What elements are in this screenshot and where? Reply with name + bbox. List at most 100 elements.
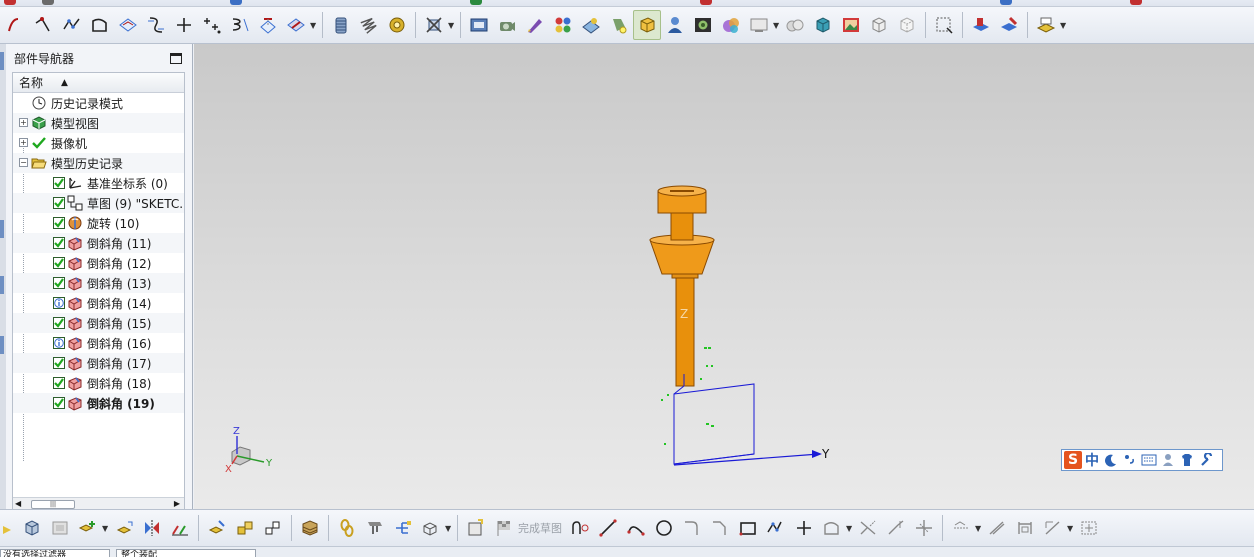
tree-row[interactable]: 倒斜角 (19) [13, 393, 184, 413]
type-filter-combo[interactable]: 没有选择过滤器 [0, 549, 110, 557]
offset-curve-icon[interactable] [114, 10, 142, 40]
gallery-icon[interactable] [837, 10, 865, 40]
column-header-name[interactable]: 名称 ▲ [13, 73, 184, 93]
line-icon[interactable] [594, 513, 622, 543]
assembly-constraints-icon[interactable] [231, 513, 259, 543]
info-checkbox-icon[interactable] [53, 297, 65, 309]
scroll-thumb[interactable]: ||| [31, 500, 75, 509]
hide-bodies-icon[interactable] [781, 10, 809, 40]
wire-cube-icon[interactable] [865, 10, 893, 40]
feature-checkbox[interactable] [53, 177, 65, 189]
point-set-icon[interactable] [198, 10, 226, 40]
tree-row[interactable]: 倒斜角 (13) [13, 273, 184, 293]
shaded-view-icon[interactable] [633, 10, 661, 40]
chamfer-sketch-icon[interactable] [706, 513, 734, 543]
resource-tab[interactable] [0, 220, 4, 238]
orient-view-icon[interactable] [465, 10, 493, 40]
studio-spline-icon[interactable] [58, 10, 86, 40]
tree-row[interactable]: 历史记录模式 [13, 93, 184, 113]
cut-off-icon[interactable] [1130, 0, 1142, 5]
wrench-icon[interactable] [1197, 451, 1214, 469]
ime-logo[interactable]: S [1064, 451, 1082, 469]
tree-row[interactable]: 倒斜角 (12) [13, 253, 184, 273]
resource-tab[interactable] [0, 336, 4, 354]
component-dropdown[interactable]: ▼ [102, 524, 110, 533]
polygon-icon[interactable] [762, 513, 790, 543]
graphics-window[interactable]: Z Y Z Y X [194, 44, 1254, 509]
feature-checkbox[interactable] [53, 217, 65, 229]
feature-checkbox[interactable] [53, 197, 65, 209]
rectangle-icon[interactable] [734, 513, 762, 543]
finish-sketch-flag-icon[interactable] [490, 513, 518, 543]
punctuation-icon[interactable] [1121, 451, 1138, 469]
convert-reference-icon[interactable] [1075, 513, 1103, 543]
cut-off-tool-icon[interactable] [0, 513, 18, 543]
tree-row[interactable]: 倒斜角 (11) [13, 233, 184, 253]
helix-curve-icon[interactable] [226, 10, 254, 40]
moon-icon[interactable] [1102, 451, 1119, 469]
feature-checkbox[interactable] [53, 397, 65, 409]
thread-icon[interactable] [327, 10, 355, 40]
quick-extend-icon[interactable] [882, 513, 910, 543]
view-style-dropdown[interactable]: ▼ [445, 524, 453, 533]
finish-sketch-button[interactable]: 完成草图 [518, 520, 562, 536]
assembly-blue-icon[interactable] [967, 10, 995, 40]
resource-tab[interactable] [0, 276, 4, 294]
selection-scope-combo[interactable]: 整个装配 [116, 549, 256, 557]
quick-trim-icon[interactable] [854, 513, 882, 543]
spline-icon[interactable] [30, 10, 58, 40]
display-preference-icon[interactable] [745, 10, 773, 40]
feature-checkbox[interactable] [53, 317, 65, 329]
cut-off-icon[interactable] [230, 0, 242, 5]
ime-mode-toggle[interactable]: 中 [1084, 450, 1100, 470]
pattern-curve-icon[interactable] [142, 10, 170, 40]
wire-frame-icon[interactable] [417, 513, 445, 543]
image-capture-icon[interactable] [689, 10, 717, 40]
solid-cube-icon[interactable] [809, 10, 837, 40]
tree-row[interactable]: + 摄像机 [13, 133, 184, 153]
reference-set-icon[interactable] [389, 513, 417, 543]
feature-checkbox[interactable] [53, 357, 65, 369]
tree-row[interactable]: 倒斜角 (17) [13, 353, 184, 373]
remove-parameters-icon[interactable] [420, 10, 448, 40]
arc-sketch-icon[interactable] [622, 513, 650, 543]
cut-off-icon[interactable] [700, 0, 712, 5]
camera-icon[interactable] [493, 10, 521, 40]
arc-icon[interactable] [2, 10, 30, 40]
point-sketch-icon[interactable] [790, 513, 818, 543]
gear-icon[interactable] [383, 10, 411, 40]
project-curve-icon[interactable] [254, 10, 282, 40]
profile-icon[interactable] [86, 10, 114, 40]
cut-off-icon[interactable] [470, 0, 482, 5]
navigator-tree[interactable]: 名称 ▲ 历史记录模式 + 模型视图 + 摄像机 − 模型历史记录 基准坐标系 (0) 草图 (… [12, 72, 185, 512]
feature-checkbox[interactable] [53, 277, 65, 289]
constraint-dropdown[interactable]: ▼ [975, 524, 983, 533]
auto-constrain-icon[interactable] [1039, 513, 1067, 543]
circle-icon[interactable] [650, 513, 678, 543]
visible-check-icon[interactable] [31, 135, 47, 151]
scroll-right-icon[interactable]: ▶ [174, 499, 180, 508]
application-dropdown[interactable]: ▼ [1060, 21, 1068, 30]
layer-settings-icon[interactable] [296, 513, 324, 543]
add-component-icon[interactable] [74, 513, 102, 543]
keyboard-icon[interactable] [1140, 451, 1157, 469]
expand-icon[interactable]: + [19, 138, 28, 147]
tree-row[interactable]: 倒斜角 (16) [13, 333, 184, 353]
view-triad[interactable]: Z Y X [225, 426, 273, 475]
cut-off-icon[interactable] [4, 0, 16, 5]
wave-link-icon[interactable] [203, 513, 231, 543]
tree-row[interactable]: + 模型视图 [13, 113, 184, 133]
explode-view-icon[interactable] [166, 513, 194, 543]
assembly-edit-icon[interactable] [995, 10, 1023, 40]
dimension-icon[interactable] [1011, 513, 1039, 543]
ime-toolbar[interactable]: S 中 [1061, 449, 1223, 471]
user-role-icon[interactable] [661, 10, 689, 40]
profile-sketch-icon[interactable] [566, 513, 594, 543]
sketch-curve-dropdown[interactable]: ▼ [846, 524, 854, 533]
cut-off-icon[interactable] [42, 0, 54, 5]
display-dropdown[interactable]: ▼ [773, 21, 781, 30]
hidden-cube-icon[interactable] [893, 10, 921, 40]
selection-box-icon[interactable] [930, 10, 958, 40]
feature-checkbox[interactable] [53, 237, 65, 249]
more-curve-dropdown[interactable]: ▼ [310, 21, 318, 30]
